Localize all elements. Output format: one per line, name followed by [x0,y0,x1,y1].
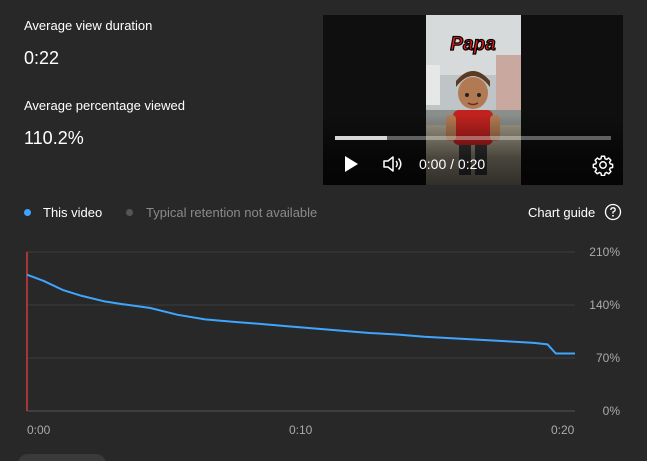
avg-percentage-viewed-label: Average percentage viewed [24,98,185,113]
retention-chart [26,251,575,412]
progress-bar[interactable] [335,136,611,140]
avg-percentage-viewed-value: 110.2% [24,128,84,148]
volume-icon[interactable] [382,155,404,178]
y-tick-label: 0% [602,404,620,418]
audience-retention-panel: Average view duration 0:22 Average perce… [0,0,647,461]
series-line-this-video [26,273,575,355]
thumbnail-title: Papa [450,34,496,55]
avg-view-duration-label: Average view duration [24,18,153,33]
legend-this-video-dot [24,209,31,216]
progress-bar-fill [335,136,388,140]
chart-guide-link[interactable]: Chart guide [528,205,595,220]
y-tick-label: 210% [589,245,620,259]
player-controls-overlay [323,115,623,185]
legend-typical-retention: Typical retention not available [146,205,318,220]
legend-typical-dot [126,209,133,216]
time-display: 0:00 / 0:20 [419,156,486,172]
x-tick-label: 0:20 [551,423,575,437]
video-player[interactable]: Papa 0:00 / 0:20 [323,15,623,185]
x-tick-label: 0:10 [289,423,313,437]
help-icon[interactable] [604,203,622,226]
bottom-button[interactable] [18,454,106,461]
gear-icon[interactable] [592,154,614,181]
x-tick-label: 0:00 [27,423,51,437]
play-icon[interactable] [343,155,359,178]
y-tick-label: 70% [595,351,620,365]
avg-view-duration-value: 0:22 [24,48,60,68]
y-tick-label: 140% [589,298,620,312]
legend-this-video[interactable]: This video [43,205,102,220]
